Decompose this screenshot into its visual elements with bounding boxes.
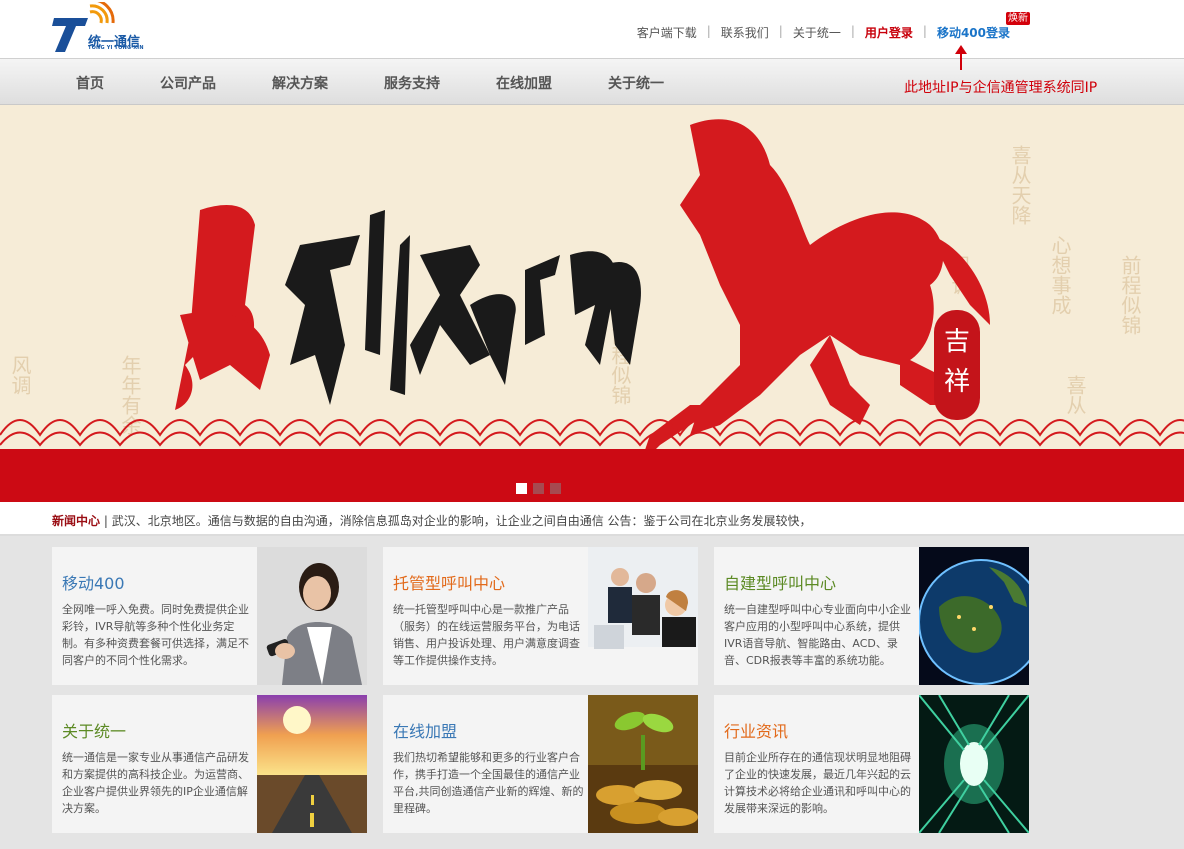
user-login-link[interactable]: 用户登录 bbox=[865, 24, 913, 41]
nav-item-about[interactable]: 关于统一 bbox=[608, 73, 664, 93]
seal-char-2: 祥 bbox=[944, 367, 970, 397]
banner-red-strip bbox=[0, 449, 1184, 502]
card-title[interactable]: 移动400 bbox=[62, 570, 125, 594]
nav-item-home[interactable]: 首页 bbox=[76, 73, 104, 93]
card-image-globe bbox=[919, 547, 1029, 685]
contact-link[interactable]: 联系我们 bbox=[721, 24, 769, 41]
carousel-dot-3[interactable] bbox=[550, 483, 561, 494]
card-image-sprout-coins bbox=[588, 695, 698, 833]
carousel-dot-2[interactable] bbox=[533, 483, 544, 494]
annotation-note: 此地址IP与企信通管理系统同IP bbox=[904, 80, 1098, 96]
seal-char-1: 吉 bbox=[944, 327, 970, 357]
card-image-woman-phone bbox=[257, 547, 367, 685]
card-image-road-sunset bbox=[257, 695, 367, 833]
nav-item-solutions[interactable]: 解决方案 bbox=[272, 73, 328, 93]
card-image-call-agents bbox=[588, 547, 698, 685]
news-separator: | bbox=[103, 514, 108, 528]
card-title[interactable]: 行业资讯 bbox=[724, 718, 788, 742]
card-desc: 全网唯一呼入免费。同时免费提供企业彩铃，IVR导航等多种个性化业务定制。有多种资… bbox=[62, 603, 249, 667]
svg-text:前程似锦: 前程似锦 bbox=[1118, 255, 1142, 335]
svg-text:喜从: 喜从 bbox=[1063, 375, 1087, 415]
news-text[interactable]: 武汉、北京地区。通信与数据的自由沟通，消除信息孤岛对企业的影响，让企业之间自由通… bbox=[112, 514, 812, 528]
nav-item-join[interactable]: 在线加盟 bbox=[496, 73, 552, 93]
annotation-arrow-line bbox=[960, 50, 962, 70]
card-industry-news[interactable]: 行业资讯 目前企业所存在的通信现状明显地阻碍了企业的快速发展，最近几年兴起的云计… bbox=[714, 695, 1029, 833]
svg-text:心想事成: 心想事成 bbox=[1048, 235, 1072, 315]
card-desc: 统一托管型呼叫中心是一款推广产品（服务）的在线运营服务平台，为电话销售、用户投诉… bbox=[393, 603, 580, 667]
mobile400-login-link[interactable]: 移动400登录 bbox=[937, 24, 1010, 41]
news-ticker: 新闻中心 | 武汉、北京地区。通信与数据的自由沟通，消除信息孤岛对企业的影响，让… bbox=[0, 502, 1184, 536]
nav-item-products[interactable]: 公司产品 bbox=[160, 73, 216, 93]
card-hosted-callcenter[interactable]: 托管型呼叫中心 统一托管型呼叫中心是一款推广产品（服务）的在线运营服务平台，为电… bbox=[383, 547, 698, 685]
top-bar: 统一通信 TONG YI TONG XIN 客户端下载 | 联系我们 | 关于统… bbox=[0, 0, 1184, 58]
card-image-data-tunnel bbox=[919, 695, 1029, 833]
card-join[interactable]: 在线加盟 我们热切希望能够和更多的行业客户合作，携手打造一个全国最佳的通信产业平… bbox=[383, 695, 698, 833]
separator: | bbox=[778, 24, 783, 38]
card-title[interactable]: 托管型呼叫中心 bbox=[393, 570, 505, 594]
card-title[interactable]: 在线加盟 bbox=[393, 718, 457, 742]
card-title[interactable]: 关于统一 bbox=[62, 718, 126, 742]
banner-artwork: 喜从天降 心想事成 前程似锦 雨顺 风调 前程似锦 风调 年年有余 喜从 bbox=[0, 119, 1184, 465]
logo-brand-en: TONG YI TONG XIN bbox=[88, 45, 144, 51]
horse-painting bbox=[640, 119, 990, 465]
wave-decoration bbox=[0, 419, 1184, 447]
seal-stamp: 吉 祥 bbox=[934, 310, 980, 420]
about-link[interactable]: 关于统一 bbox=[793, 24, 841, 41]
carousel-dot-1[interactable] bbox=[516, 483, 527, 494]
banner-carousel[interactable]: 喜从天降 心想事成 前程似锦 雨顺 风调 前程似锦 风调 年年有余 喜从 bbox=[0, 105, 1184, 502]
card-desc: 统一自建型呼叫中心专业面向中小企业客户应用的小型呼叫中心系统，提供IVR语音导航… bbox=[724, 603, 911, 667]
banner-calligraphy bbox=[175, 205, 641, 410]
top-links: 客户端下载 | 联系我们 | 关于统一 | 用户登录 | 移动400登录 bbox=[637, 24, 1010, 41]
card-about[interactable]: 关于统一 统一通信是一家专业从事通信产品研发和方案提供的高科技企业。为运营商、企… bbox=[52, 695, 367, 833]
card-mobile400[interactable]: 移动400 全网唯一呼入免费。同时免费提供企业彩铃，IVR导航等多种个性化业务定… bbox=[52, 547, 367, 685]
card-desc: 目前企业所存在的通信现状明显地阻碍了企业的快速发展，最近几年兴起的云计算技术必将… bbox=[724, 751, 911, 815]
svg-text:风调: 风调 bbox=[8, 355, 32, 395]
svg-text:喜从天降: 喜从天降 bbox=[1008, 145, 1032, 225]
card-selfbuilt-callcenter[interactable]: 自建型呼叫中心 统一自建型呼叫中心专业面向中小企业客户应用的小型呼叫中心系统，提… bbox=[714, 547, 1029, 685]
separator: | bbox=[850, 24, 855, 38]
download-link[interactable]: 客户端下载 bbox=[637, 24, 697, 41]
nav-item-support[interactable]: 服务支持 bbox=[384, 73, 440, 93]
card-title[interactable]: 自建型呼叫中心 bbox=[724, 570, 836, 594]
separator: | bbox=[706, 24, 711, 38]
separator: | bbox=[922, 24, 927, 38]
new-badge: 焕新 bbox=[1006, 12, 1030, 25]
card-desc: 统一通信是一家专业从事通信产品研发和方案提供的高科技企业。为运营商、企业客户提供… bbox=[62, 751, 249, 815]
news-title[interactable]: 新闻中心 bbox=[52, 514, 100, 528]
card-desc: 我们热切希望能够和更多的行业客户合作，携手打造一个全国最佳的通信产业平台,共同创… bbox=[393, 751, 584, 815]
